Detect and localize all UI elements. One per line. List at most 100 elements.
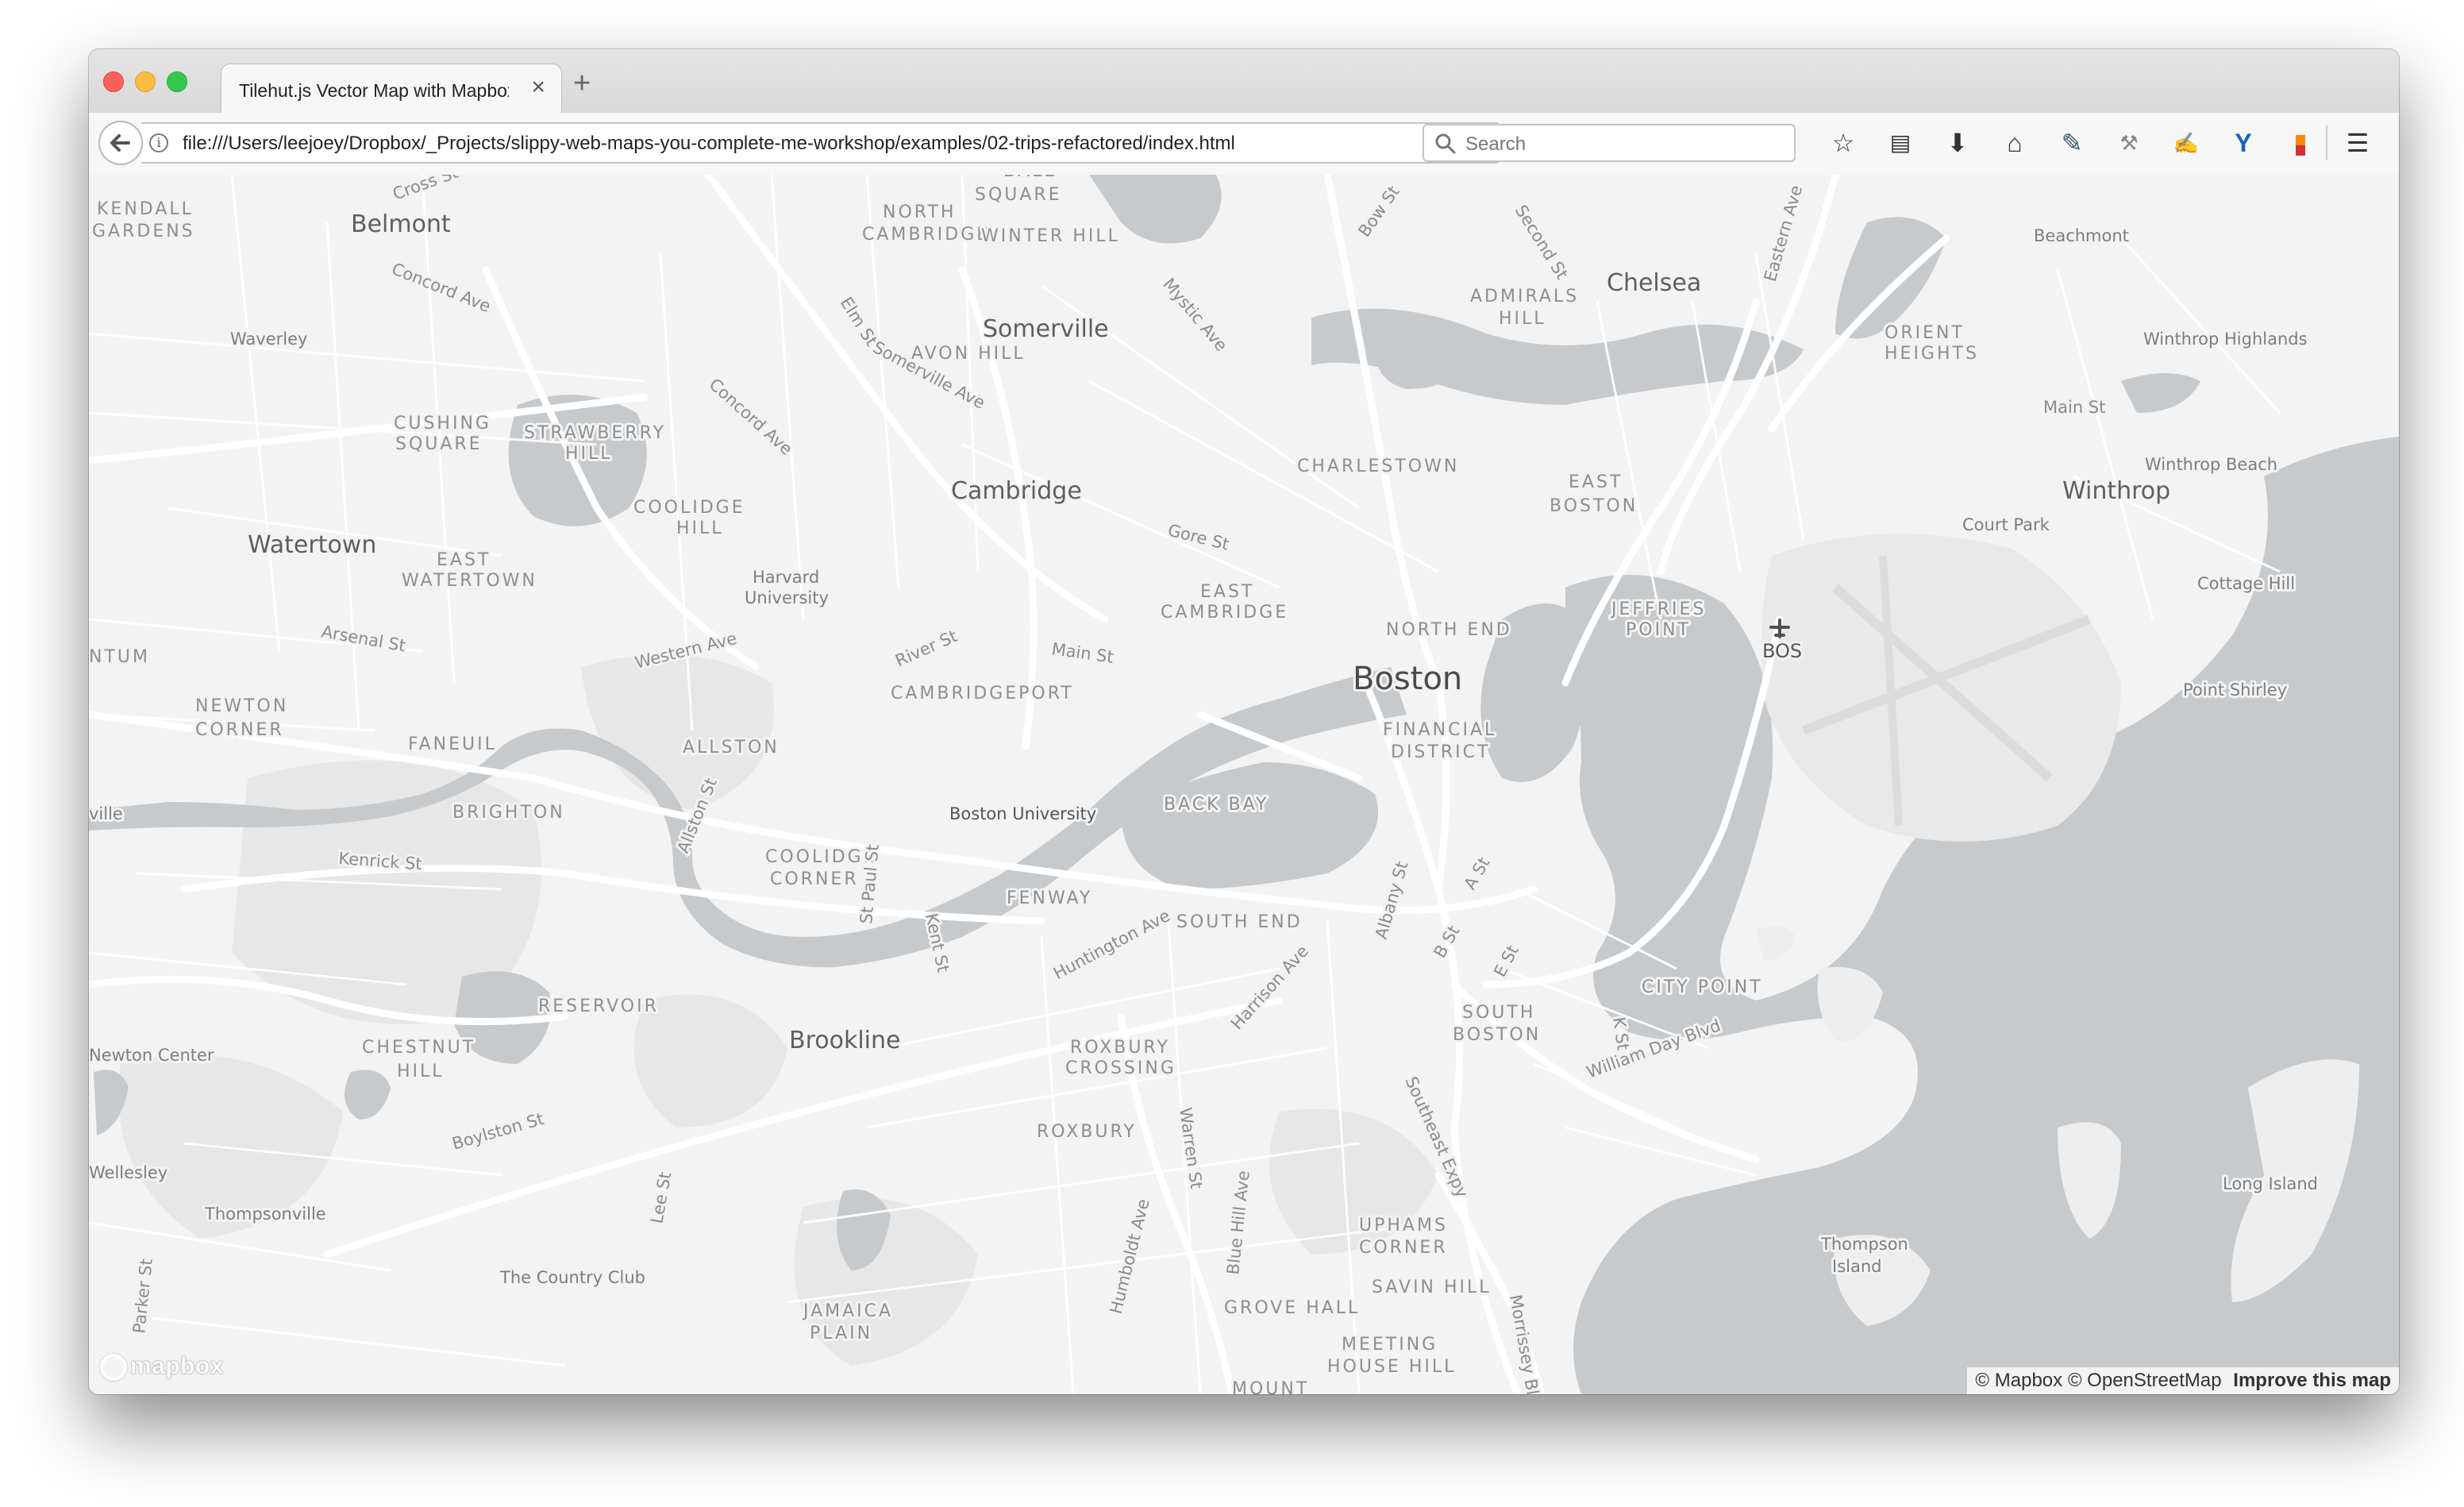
vue-devtools-icon[interactable]: Y [2224,124,2262,162]
map-label: ALLSTON [683,738,780,757]
map-label: COOLIDGE [633,498,745,518]
map-label: Wellesley [89,1163,167,1182]
map-label: BOSTON [1550,496,1638,516]
reading-list-icon[interactable]: ▤ [1881,124,1919,162]
map-label: Harrison Ave [1227,942,1312,1033]
map-label: Eastern Ave [1761,183,1807,284]
map-label: Boston University [949,804,1096,823]
map-label: Main St [2043,398,2105,417]
map-label-belmont: Belmont [351,210,451,238]
map-label: JAMAICA [802,1301,893,1321]
map-label: K St [1609,1016,1633,1051]
extension-icon[interactable]: ✍ [2167,124,2205,162]
map-label: DISTRICT [1391,742,1490,762]
map-label: HILL [397,1062,445,1081]
map-label: Huntington Ave [1050,906,1173,984]
map-label: CAMBRIDGE [1161,603,1288,622]
map-label: HILL [1499,309,1546,329]
toolbar-divider [2326,125,2327,160]
star-icon[interactable]: ☆ [1824,124,1862,162]
improve-map-link[interactable]: Improve this map [2233,1370,2391,1391]
search-bar[interactable]: Search [1423,124,1796,162]
map-label: SQUARE [975,185,1062,205]
map-label: WATERTOWN [402,571,537,591]
search-input[interactable]: Search [1465,133,1526,156]
map-label: Newton Center [89,1046,214,1065]
map-label: HILL [676,518,724,538]
attribution-osm-link[interactable]: © OpenStreetMap [2068,1370,2222,1391]
mapbox-logo-icon [100,1354,127,1382]
map-label: STRAWBERRY [524,423,666,443]
map-label: ADMIRALS [1470,287,1579,306]
map-label: Thompson [1820,1235,1908,1254]
minimize-window-button[interactable] [135,71,156,92]
map-label: Island [1832,1257,1881,1276]
home-icon[interactable]: ⌂ [1996,124,2034,162]
map-label: Humboldt Ave [1107,1197,1153,1316]
url-text[interactable]: file:///Users/leejoey/Dropbox/_Projects/… [183,133,1318,155]
search-icon [1435,133,1456,154]
map-label: Court Park [1962,515,2050,534]
tab-title: Tilehut.js Vector Map with Mapbox [239,80,509,101]
map-label: MOUNT [1232,1379,1309,1394]
menu-icon[interactable]: ☰ [2339,124,2377,162]
map-label: SQUARE [395,434,483,454]
vector-map[interactable]: Belmont Somerville Chelsea Cambridge Wat… [89,175,2399,1394]
map-label-watertown: Watertown [248,531,376,559]
extension-icon[interactable]: ⚒ [2110,124,2148,162]
eyedropper-icon[interactable]: ✎ [2053,124,2091,162]
map-label: Main St [1050,639,1115,667]
map-label: SAVIN HILL [1372,1278,1492,1297]
map-label: GARDENS [92,222,195,241]
mapbox-logo[interactable]: mapbox [100,1353,224,1385]
map-label-boston: Boston [1353,661,1462,697]
map-label: BALL [1003,175,1057,181]
map-canvas[interactable]: Belmont Somerville Chelsea Cambridge Wat… [89,175,2399,1394]
map-label: University [745,588,829,607]
attribution-mapbox-link[interactable]: © Mapbox [1975,1370,2062,1391]
map-label: FENWAY [1007,888,1092,908]
map-label: EAST [437,550,491,570]
map-label: NORTH END [1386,620,1512,640]
info-icon[interactable]: i [149,133,168,152]
tab-close-icon[interactable]: × [531,75,545,99]
map-label: ORIENT [1885,323,1965,343]
map-label-brookline: Brookline [789,1027,900,1054]
map-label: EAST [1200,582,1254,602]
map-label: Lee St [647,1170,675,1225]
active-tab[interactable]: Tilehut.js Vector Map with Mapbox × [221,64,562,114]
map-label: NTUM [89,647,150,667]
map-label: Cottage Hill [2197,574,2295,593]
map-label: JEFFRIES [1610,599,1706,619]
new-tab-button[interactable]: + [573,68,591,98]
map-label: HEIGHTS [1885,344,1979,364]
map-label: CHARLESTOWN [1297,457,1459,476]
map-label: UPHAMS [1359,1216,1448,1235]
map-label: NORTH [883,202,956,222]
map-label: HILL [565,444,613,464]
map-label: Albany St [1372,859,1412,941]
map-label: CUSHING [394,414,491,434]
map-label: CITY POINT [1642,977,1763,997]
map-label-winthrop: Winthrop [2062,477,2170,505]
map-label: CROSSING [1065,1058,1176,1078]
map-label: CORNER [770,869,859,889]
map-label: CORNER [195,720,284,740]
back-button[interactable] [98,121,143,165]
map-label: BOS [1762,640,1802,662]
close-window-button[interactable] [103,71,124,92]
map-label: SOUTH [1462,1003,1535,1023]
map-label: Gore St [1166,521,1231,554]
map-label: Arsenal St [320,622,407,655]
url-bar[interactable]: i file:///Users/leejoey/Dropbox/_Project… [141,122,1500,164]
zoom-window-button[interactable] [167,71,187,92]
map-label: CHESTNUT [362,1038,475,1058]
map-label: SOUTH END [1176,912,1303,932]
map-label: River St [892,626,960,671]
download-icon[interactable]: ⬇ [1938,124,1977,162]
map-label: Cross St [391,175,461,204]
map-label: ROXBURY [1070,1038,1170,1058]
extension-icon[interactable] [2281,124,2320,162]
back-arrow-icon [110,134,130,152]
map-label: ville [89,804,123,823]
